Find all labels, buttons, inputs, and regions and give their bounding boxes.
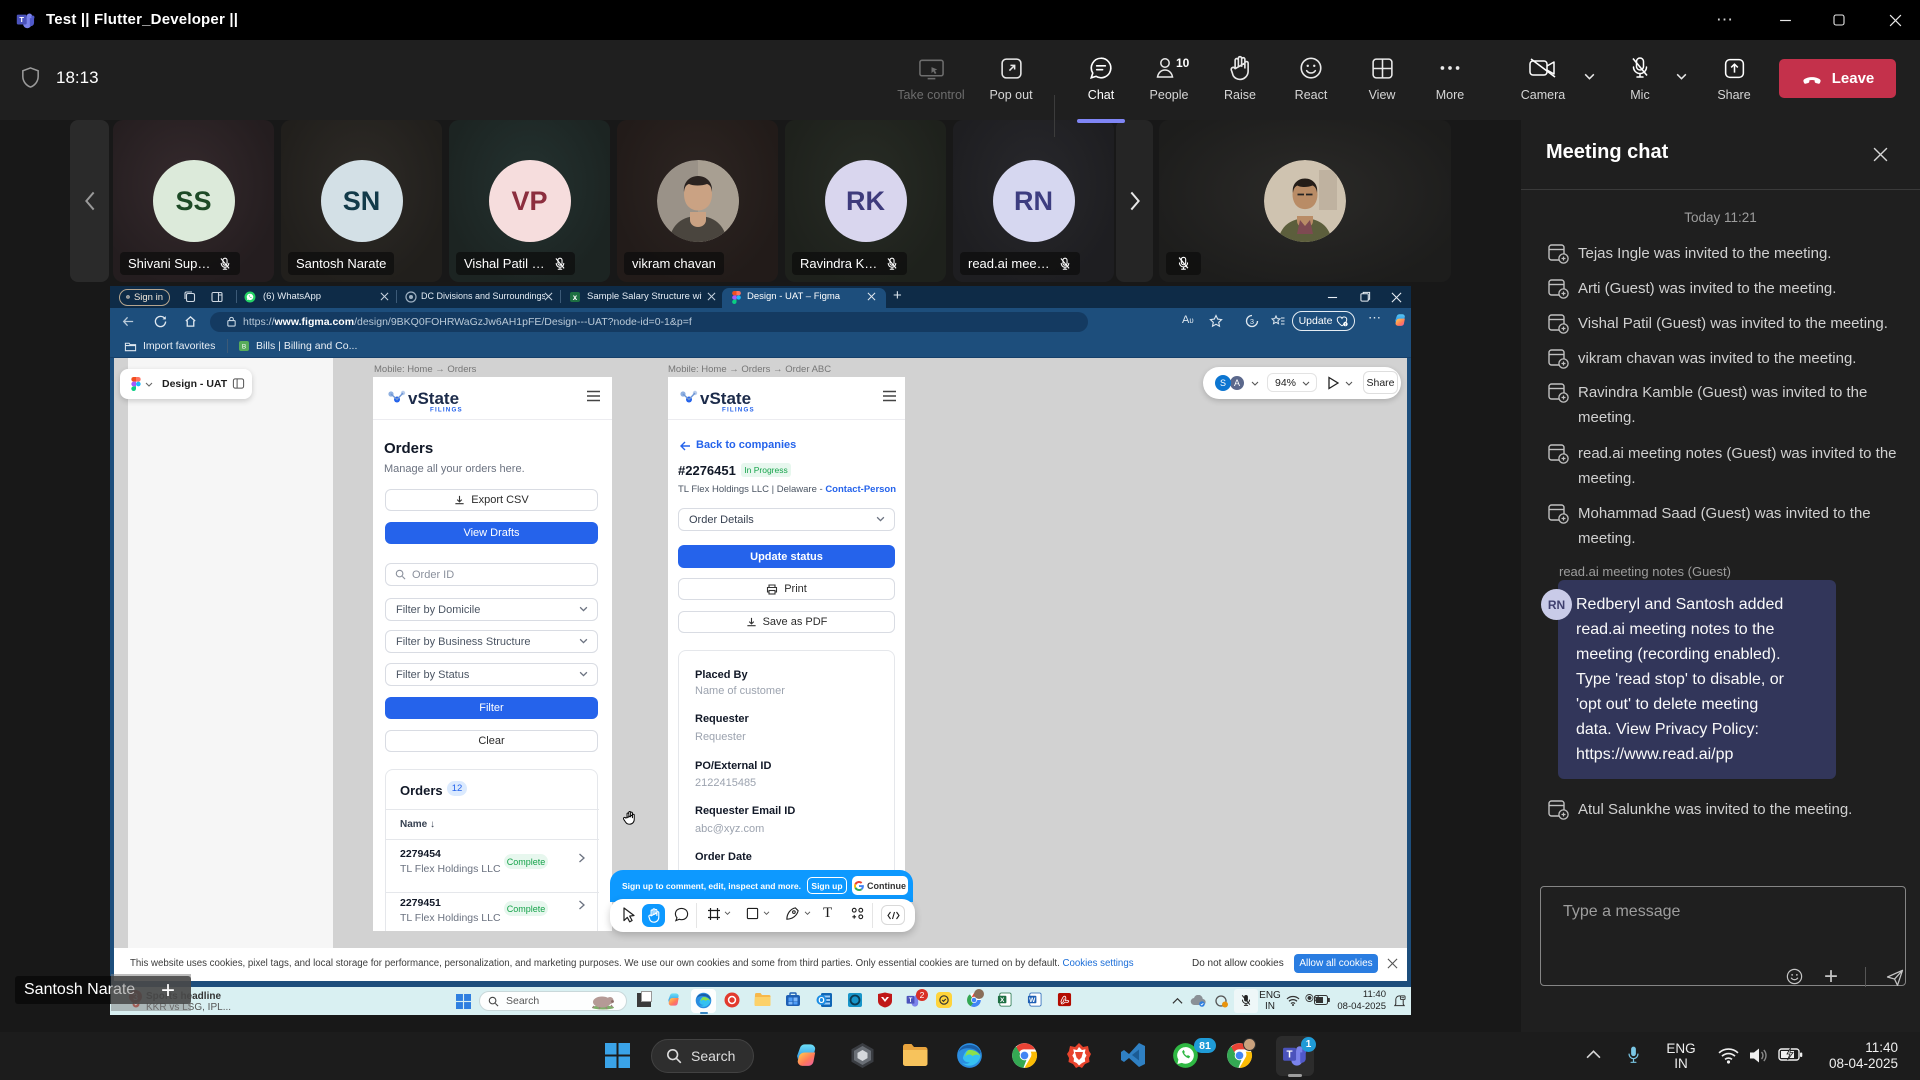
svg-text:3: 3: [1250, 317, 1254, 326]
svg-text:B: B: [242, 344, 246, 351]
svg-text:T: T: [19, 15, 24, 24]
svg-text:vState: vState: [700, 389, 751, 408]
svg-text:T: T: [1286, 1050, 1292, 1061]
svg-text:W: W: [1029, 997, 1036, 1004]
svg-text:!: !: [1345, 322, 1346, 326]
svg-text:FILINGS: FILINGS: [722, 407, 755, 414]
svg-text:10: 10: [1176, 56, 1189, 70]
svg-text:vState: vState: [408, 389, 459, 408]
svg-text:O: O: [818, 996, 824, 1005]
svg-text:x: x: [573, 293, 578, 302]
svg-text:FILINGS: FILINGS: [430, 407, 463, 414]
svg-text:T: T: [909, 998, 913, 1004]
svg-text:X: X: [1000, 997, 1005, 1004]
